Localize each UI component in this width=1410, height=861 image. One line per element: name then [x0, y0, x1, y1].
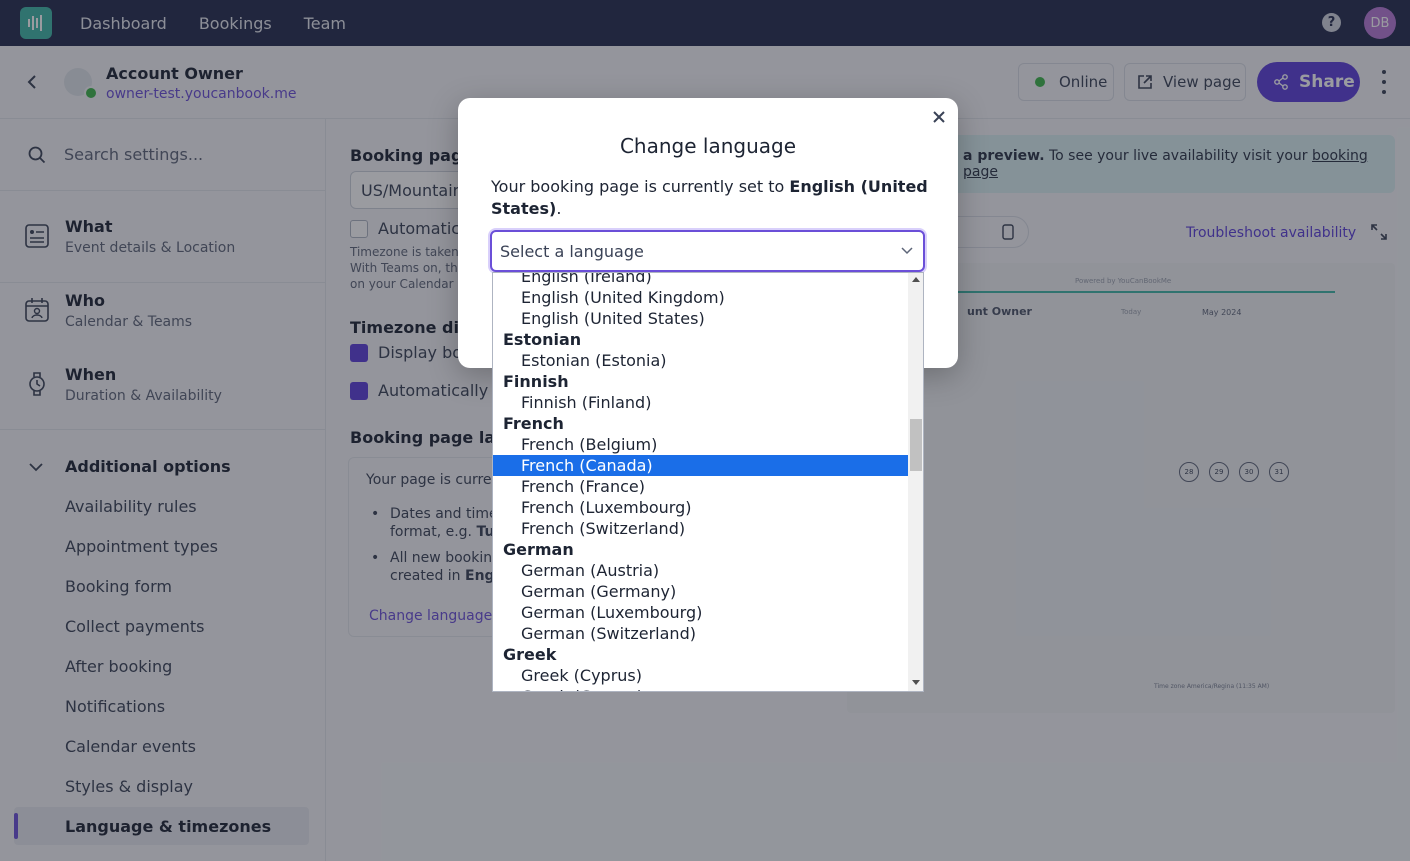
dropdown-group-label: Estonian [503, 330, 582, 349]
modal-title: Change language [619, 134, 797, 158]
dropdown-option[interactable]: French (Luxembourg) [493, 497, 908, 518]
chevron-down-icon [901, 247, 913, 255]
dropdown-option[interactable]: French (Canada) [493, 455, 908, 476]
scroll-down-icon[interactable] [912, 680, 920, 685]
dropdown-group-label: Finnish [503, 372, 569, 391]
language-dropdown-list[interactable]: Greek (Greece)Greek (Cyprus)GreekGerman … [492, 272, 924, 692]
desc-suffix: . [556, 199, 562, 218]
dropdown-option[interactable]: German (Switzerland) [493, 623, 908, 644]
dropdown-option[interactable]: German (Luxembourg) [493, 602, 908, 623]
dropdown-option[interactable]: French (Belgium) [493, 434, 908, 455]
language-select[interactable]: Select a language [490, 230, 925, 272]
dropdown-option[interactable]: English (Ireland) [493, 273, 908, 287]
dropdown-option[interactable]: Finnish (Finland) [493, 392, 908, 413]
dropdown-option[interactable]: Estonian (Estonia) [493, 350, 908, 371]
scroll-up-icon[interactable] [912, 277, 920, 282]
dropdown-group-label: German [503, 540, 574, 559]
dropdown-option[interactable]: English (United States) [493, 308, 908, 329]
desc-prefix: Your booking page is currently set to [491, 177, 790, 196]
modal-description: Your booking page is currently set to En… [491, 176, 931, 220]
dropdown-option[interactable]: German (Austria) [493, 560, 908, 581]
dropdown-option[interactable]: English (United Kingdom) [493, 287, 908, 308]
select-placeholder: Select a language [500, 242, 644, 261]
close-icon[interactable] [930, 108, 948, 126]
dropdown-option[interactable]: French (France) [493, 476, 908, 497]
dropdown-option[interactable]: German (Germany) [493, 581, 908, 602]
dropdown-option[interactable]: French (Switzerland) [493, 518, 908, 539]
dropdown-group-label: Greek [503, 645, 557, 664]
dropdown-option[interactable]: Greek (Greece) [493, 686, 908, 691]
scrollbar[interactable] [908, 273, 923, 691]
dropdown-option[interactable]: Greek (Cyprus) [493, 665, 908, 686]
dropdown-group-label: French [503, 414, 564, 433]
scroll-thumb[interactable] [910, 419, 922, 471]
